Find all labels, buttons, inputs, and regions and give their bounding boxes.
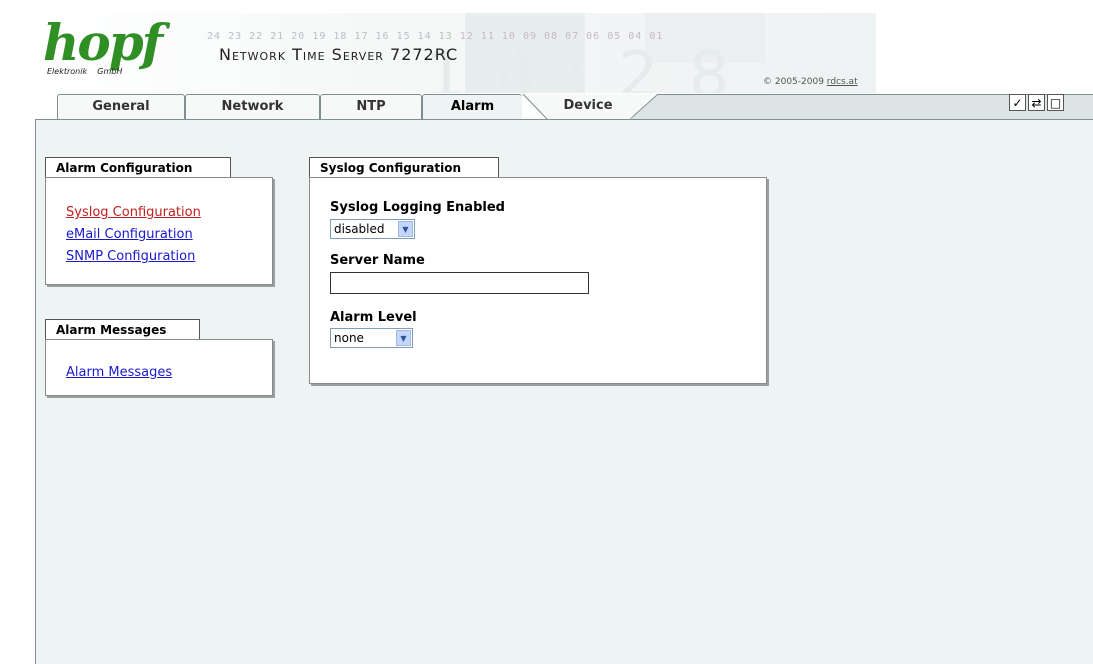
chevron-down-icon: ▼ [396,330,411,346]
syslog-configuration-panel: Syslog Configuration Syslog Logging Enab… [309,157,767,385]
page-icon[interactable]: □ [1047,94,1064,111]
tab-network[interactable]: Network [185,94,320,119]
checkmark-icon[interactable]: ✓ [1009,94,1026,111]
decorative-digit-row: 24 23 22 21 20 19 18 17 16 15 14 13 12 1… [207,31,663,42]
copyright-link[interactable]: rdcs.at [827,77,858,87]
snmp-configuration-link[interactable]: SNMP Configuration [66,246,272,268]
decorative-digit: 20 [291,31,313,42]
decorative-digit: 13 [438,31,460,42]
syslog-configuration-box: Syslog Logging Enabled disabled ▼ Server… [309,177,767,384]
alarm-level-select[interactable]: none ▼ [330,328,413,348]
chevron-down-icon: ▼ [398,221,413,237]
decorative-digit: 16 [375,31,397,42]
content-area: Alarm Configuration Syslog Configuration… [35,119,1093,664]
tab-network-label: Network [221,99,284,114]
decorative-digit: 18 [333,31,355,42]
syslog-configuration-link[interactable]: Syslog Configuration [66,202,272,224]
tab-alarm-label: Alarm [450,99,495,114]
alarm-configuration-box: Syslog Configuration eMail Configuration… [45,177,273,285]
alarm-configuration-panel: Alarm Configuration Syslog Configuration… [45,157,273,287]
copyright-text: © 2005-2009 [763,77,824,87]
decorative-digit: 07 [565,31,587,42]
swap-arrows-icon[interactable]: ⇄ [1028,94,1045,111]
decorative-digit: 24 [207,31,229,42]
decorative-digit: 21 [270,31,292,42]
alarm-level-label: Alarm Level [330,310,417,325]
hopf-logo: hopf Elektronik GmbH [43,13,163,83]
header-banner: 14:28 24 23 22 21 20 19 18 17 16 15 14 1… [35,13,876,93]
server-name-input[interactable] [330,272,589,294]
copyright: © 2005-2009 rdcs.at [763,77,858,87]
alarm-configuration-title: Alarm Configuration [45,157,231,178]
decorative-digit: 19 [312,31,334,42]
swap-arrows-glyph: ⇄ [1031,95,1042,110]
decorative-digit: 22 [249,31,271,42]
product-title: Network Time Server 7272RC [219,45,459,64]
alarm-messages-box: Alarm Messages [45,339,273,396]
syslog-logging-enabled-label: Syslog Logging Enabled [330,200,505,215]
toolbar: ✓ ⇄ □ [1009,94,1064,111]
decorative-digit: 12 [459,31,481,42]
decorative-digit: 01 [649,31,664,42]
logo-sub-right: GmbH [97,67,123,76]
syslog-logging-enabled-select[interactable]: disabled ▼ [330,219,415,239]
decorative-digit: 06 [586,31,608,42]
server-name-label: Server Name [330,253,425,268]
decorative-digit: 11 [480,31,502,42]
syslog-configuration-title: Syslog Configuration [309,157,499,178]
tab-ntp[interactable]: NTP [320,94,422,119]
logo-sub-left: Elektronik [47,67,88,76]
tab-device-label: Device [563,98,613,113]
alarm-messages-panel: Alarm Messages Alarm Messages [45,319,273,397]
decorative-digit: 05 [607,31,629,42]
checkmark-glyph: ✓ [1012,95,1023,110]
tab-alarm[interactable]: Alarm [422,94,522,121]
decorative-digit: 09 [522,31,544,42]
decorative-digit: 14 [417,31,439,42]
tab-device[interactable]: Device [545,94,631,119]
page-glyph: □ [1049,95,1062,110]
decorative-digit: 08 [544,31,566,42]
decorative-digit: 15 [396,31,418,42]
decorative-digit: 23 [228,31,250,42]
logo-subtitle: Elektronik GmbH [47,67,122,76]
alarm-messages-title: Alarm Messages [45,319,200,340]
syslog-logging-enabled-value: disabled [334,222,385,236]
email-configuration-link[interactable]: eMail Configuration [66,224,272,246]
tab-general[interactable]: General [57,94,185,119]
alarm-level-value: none [334,331,364,345]
decorative-digit: 17 [354,31,376,42]
tab-ntp-label: NTP [356,99,386,114]
main-tab-bar: General Network NTP Alarm Device ✓ ⇄ □ [35,93,1093,121]
logo-wordmark: hopf [43,13,163,72]
tab-general-label: General [92,99,150,114]
decorative-clock-digits: 14:28 [425,39,760,93]
alarm-messages-link[interactable]: Alarm Messages [66,362,272,384]
decorative-digit: 10 [501,31,523,42]
decorative-digit: 04 [628,31,650,42]
